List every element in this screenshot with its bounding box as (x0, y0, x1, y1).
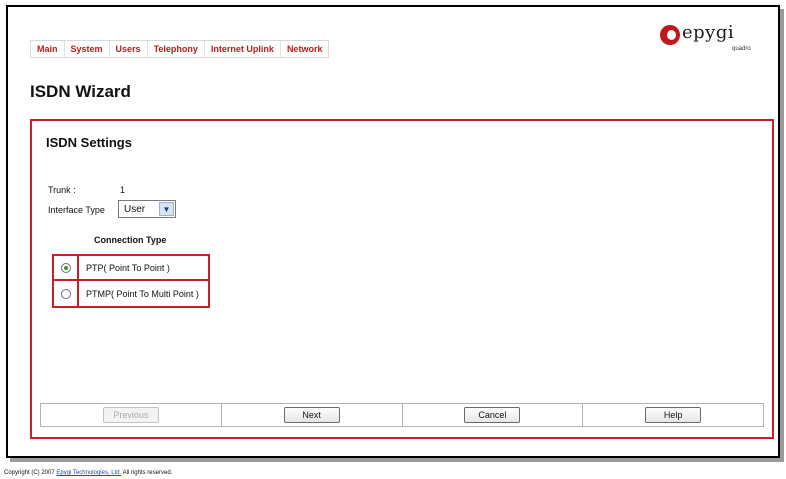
trunk-value: 1 (120, 185, 126, 195)
option-ptp-row: PTP( Point To Point ) (52, 254, 210, 281)
epygi-logo-icon (660, 25, 680, 45)
copyright-footer: Copyright (C) 2007 Epygi Technologies, L… (4, 470, 172, 476)
page: Main System Users Telephony Internet Upl… (0, 0, 786, 479)
ptmp-radio[interactable] (60, 288, 71, 299)
nav-internet-uplink[interactable]: Internet Uplink (203, 41, 280, 57)
help-cell: Help (582, 404, 763, 426)
isdn-settings-panel: ISDN Settings Trunk : 1 Interface Type U… (30, 119, 774, 439)
option-ptp-cell (54, 256, 79, 279)
cancel-cell: Cancel (401, 404, 583, 426)
ptp-label: PTP( Point To Point ) (86, 262, 170, 273)
interface-type-select[interactable]: User ▼ (118, 200, 176, 218)
previous-cell: Previous (41, 404, 221, 426)
copyright-prefix: Copyright (C) 2007 (4, 470, 57, 476)
epygi-link[interactable]: Epygi Technologies, Ltd. (56, 470, 121, 476)
logo-text: epygi (682, 22, 735, 43)
cancel-button[interactable]: Cancel (464, 407, 521, 423)
interface-type-value: User (124, 203, 146, 215)
next-button[interactable]: Next (283, 407, 340, 423)
connection-type-options: PTP( Point To Point ) PTMP( Point To Mul… (52, 254, 210, 308)
option-ptmp-row: PTMP( Point To Multi Point ) (52, 281, 210, 308)
nav-main[interactable]: Main (31, 41, 64, 57)
connection-type-title: Connection Type (94, 235, 167, 245)
copyright-suffix: All rights reserved. (121, 470, 173, 476)
ptp-radio[interactable] (60, 262, 71, 273)
wizard-button-bar: Previous Next Cancel Help (40, 403, 764, 427)
chevron-down-icon[interactable]: ▼ (159, 202, 174, 216)
main-nav: Main System Users Telephony Internet Upl… (30, 40, 330, 58)
nav-network[interactable]: Network (279, 41, 329, 57)
nav-telephony[interactable]: Telephony (146, 41, 204, 57)
previous-button: Previous (102, 407, 159, 423)
panel-title: ISDN Settings (46, 135, 132, 150)
nav-users[interactable]: Users (108, 41, 147, 57)
page-title: ISDN Wizard (30, 82, 131, 101)
trunk-label: Trunk : (48, 185, 76, 195)
ptmp-label: PTMP( Point To Multi Point ) (86, 288, 199, 299)
nav-system[interactable]: System (63, 41, 109, 57)
help-button[interactable]: Help (645, 407, 702, 423)
interface-type-label: Interface Type (48, 205, 105, 215)
option-ptmp-cell (54, 281, 79, 306)
epygi-logo: epygi quadro (660, 22, 760, 64)
next-cell: Next (220, 404, 402, 426)
logo-subtitle: quadro (732, 46, 751, 52)
